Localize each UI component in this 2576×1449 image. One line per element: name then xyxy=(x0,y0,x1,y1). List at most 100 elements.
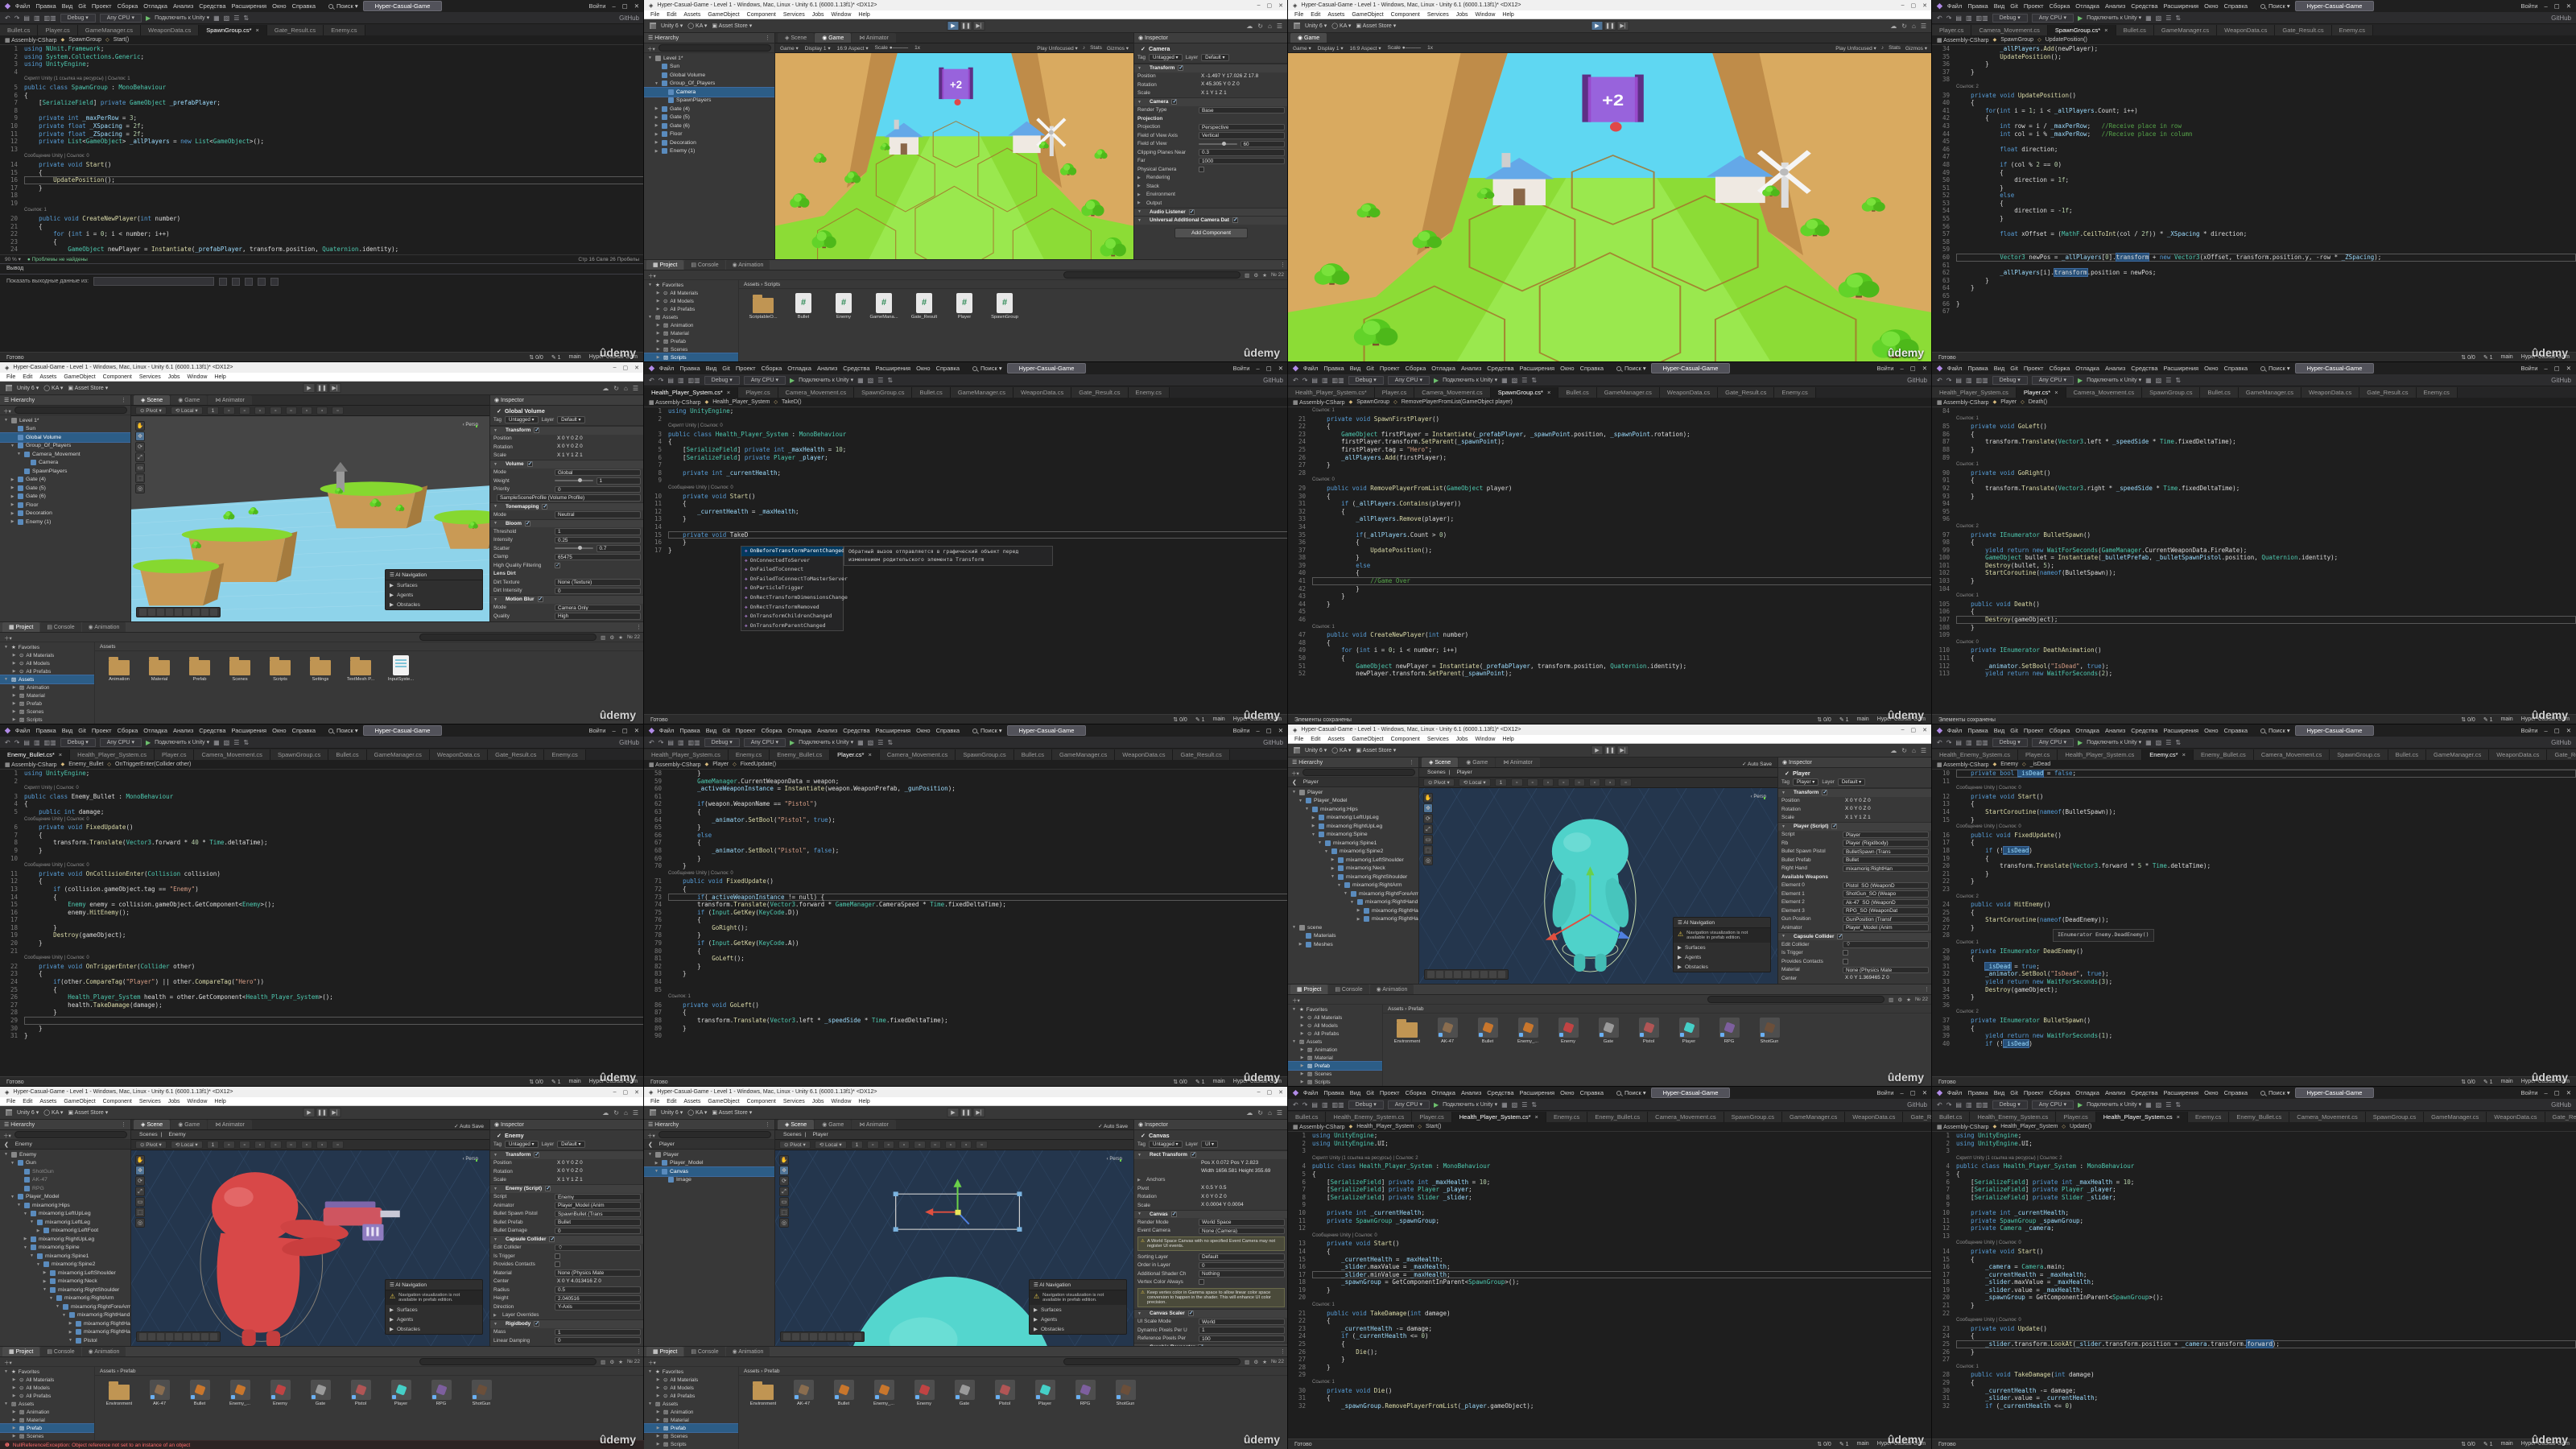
vs-search-label[interactable]: Поиск ▾ xyxy=(2268,1089,2290,1096)
zoom-level[interactable]: 90 % ▾ xyxy=(5,256,21,262)
maximize-icon[interactable]: ▢ xyxy=(622,2,628,10)
pivot-dropdown[interactable]: ⊙ Pivot ▾ xyxy=(779,1141,811,1149)
hierarchy-item-mixamorigRightArm[interactable]: ▼mixamorig:RightArm xyxy=(1288,881,1418,890)
field-value[interactable]: Player_Model (Anim xyxy=(1843,924,1929,931)
hierarchy-item-mixamorigLeftUpLeg[interactable]: ▶mixamorig:LeftUpLeg xyxy=(1288,814,1418,823)
tab-close-icon[interactable]: × xyxy=(727,389,730,396)
unity-menu-assets[interactable]: Assets xyxy=(683,1099,700,1104)
ai-nav-row-agents[interactable]: ▶Agents xyxy=(386,1315,482,1324)
project-tree-Material[interactable]: ▶▨Material xyxy=(644,329,738,337)
vs-menu-item-3[interactable]: Git xyxy=(1366,365,1374,372)
vs-tab-GateResultcs[interactable]: Gate_Result.cs xyxy=(1071,387,1128,398)
scene-tool-icon-4[interactable]: ▫ xyxy=(286,407,297,415)
tab-close-icon[interactable]: × xyxy=(1547,389,1550,396)
attach-to-unity-button[interactable]: Подключить к Unity ▾ xyxy=(2087,14,2141,21)
maximize-icon[interactable]: ▢ xyxy=(1267,1089,1273,1096)
hierarchy-item-Enemy[interactable]: ▼Enemy xyxy=(0,1150,130,1159)
project-icon-2[interactable]: ★ xyxy=(618,634,623,641)
output-tool-icon-3[interactable] xyxy=(258,278,266,286)
step-button[interactable]: ▶| xyxy=(1617,745,1629,755)
pivot-dropdown[interactable]: ⊙ Pivot ▾ xyxy=(1423,778,1455,786)
hierarchy-item-mixamorigRightHandThumb1[interactable]: ▶mixamorig:RightHandThumb1 xyxy=(1288,915,1418,924)
prefab-back-icon[interactable]: ❮ xyxy=(4,1141,9,1148)
intellisense-item[interactable]: ❖OnTransformChildrenChanged xyxy=(741,612,843,621)
inspector-row-LayerOverrides[interactable]: ▶Layer Overrides xyxy=(490,1311,644,1320)
attach-to-unity-button[interactable]: Подключить к Unity ▾ xyxy=(799,377,853,383)
vs-search-label[interactable]: Поиск ▾ xyxy=(1624,365,1646,372)
autosave-toggle[interactable]: ✓ Auto Save xyxy=(454,1123,487,1129)
project-tree-Prefab[interactable]: ▶▨Prefab xyxy=(0,700,94,708)
component-header-Transform[interactable]: ▼Transform xyxy=(490,426,644,435)
pill-icon-2[interactable] xyxy=(801,1333,808,1340)
field-checkbox[interactable] xyxy=(1843,950,1848,956)
vs-tab-CameraMovementcs[interactable]: Camera_Movement.cs xyxy=(1648,1112,1724,1122)
hierarchy-item-AK47[interactable]: AK-47 xyxy=(0,1176,130,1185)
expand-icon[interactable]: ▶ xyxy=(1330,857,1335,862)
expand-icon[interactable]: ▼ xyxy=(654,81,659,86)
scene-tool-icon-7[interactable]: ▫ xyxy=(332,407,343,415)
maximize-icon[interactable]: ▢ xyxy=(2554,1089,2560,1096)
hierarchy-tab[interactable]: ☰ Hierarchy xyxy=(1292,759,1323,766)
step-button[interactable]: ▶| xyxy=(973,21,985,31)
maximize-icon[interactable]: ▢ xyxy=(2554,2,2560,10)
redo-icon[interactable]: ↷ xyxy=(1302,1101,1308,1108)
pill-icon-5[interactable] xyxy=(184,1333,191,1340)
tab-scene[interactable]: ◈ Scene xyxy=(778,1120,814,1129)
vs-tool-icon-1[interactable]: ▧ xyxy=(2156,14,2162,22)
local-dropdown[interactable]: ⟲ Local ▾ xyxy=(171,1141,203,1149)
vs-tab-Bulletcs[interactable]: Bullet.cs xyxy=(2200,387,2238,398)
tag-dropdown[interactable]: Untagged ▾ xyxy=(1149,1141,1183,1148)
foldout-icon[interactable]: ▼ xyxy=(1781,791,1787,795)
vs-tool-icon-2[interactable]: ☰ xyxy=(877,739,883,746)
code-editor[interactable]: 1using NUnit.Framework;2using System.Col… xyxy=(0,45,644,254)
file-Environment[interactable]: Environment xyxy=(101,1380,137,1406)
tab-console[interactable]: ▤ Console xyxy=(684,1347,724,1356)
component-header-EnemyScript[interactable]: ▼Enemy (Script) xyxy=(490,1184,644,1193)
vs-tool-icon-0[interactable]: ▦ xyxy=(2145,739,2152,746)
vs-menu-item-1[interactable]: Правка xyxy=(1323,365,1344,372)
vs-menu-item-11[interactable]: Справка xyxy=(2224,2,2248,10)
component-enabled-checkbox[interactable] xyxy=(1191,1152,1196,1158)
vs-menu-item-3[interactable]: Git xyxy=(78,727,86,734)
foldout-icon[interactable]: ▼ xyxy=(1781,824,1787,829)
expand-icon[interactable]: ▼ xyxy=(1349,900,1355,905)
unity-menu-gameobject[interactable]: GameObject xyxy=(708,1099,739,1104)
tab-console[interactable]: ▤ Console xyxy=(40,1347,80,1356)
foldout-icon[interactable]: ▼ xyxy=(1137,209,1143,214)
close-icon[interactable]: ✕ xyxy=(1278,727,1283,734)
unity-menu-jobs[interactable]: Jobs xyxy=(1456,12,1468,18)
unity-version-dropdown[interactable]: Unity 6 ▾ xyxy=(17,385,39,391)
breadcrumb-project[interactable]: ▦ Assembly-CSharp xyxy=(649,762,701,768)
vs-tab-GateResultcs[interactable]: Gate_Result.cs xyxy=(267,25,324,35)
vs-tab-GateResultcs[interactable]: Gate_Result.cs xyxy=(488,749,544,760)
unity-menu-assets[interactable]: Assets xyxy=(1327,12,1344,18)
cpu-config-dropdown[interactable]: Any CPU ▾ xyxy=(2032,1100,2074,1109)
vs-tab-HealthEnemySystemcs[interactable]: Health_Enemy_System.cs xyxy=(1326,1112,1412,1122)
hierarchy-item-mixamorigRightShoulder[interactable]: ▼mixamorig:RightShoulder xyxy=(1288,873,1418,881)
field-value[interactable]: 1000 xyxy=(1199,158,1285,165)
vs-tool-icon-0[interactable]: ▦ xyxy=(857,739,864,746)
component-header-MotionBlur[interactable]: ▼Motion Blur xyxy=(490,595,644,604)
file-Enemy[interactable]: Enemy_... xyxy=(1510,1018,1546,1044)
unity-menu-services[interactable]: Services xyxy=(1427,12,1449,18)
intellisense-item[interactable]: ❖OnFailedToConnect xyxy=(741,565,843,575)
file-Prefab[interactable]: Prefab xyxy=(182,655,217,682)
vs-menu-item-0[interactable]: Файл xyxy=(1947,727,1962,734)
minimize-icon[interactable]: – xyxy=(1900,1089,1903,1096)
inspector-row-Rendering[interactable]: ▶Rendering xyxy=(1134,174,1288,183)
vs-menu-item-3[interactable]: Git xyxy=(722,727,730,734)
expand-icon[interactable]: ▼ xyxy=(1323,849,1329,854)
pill-icon-4[interactable] xyxy=(175,1333,182,1340)
vs-tab-Bulletcs[interactable]: Bullet.cs xyxy=(912,387,950,398)
vector-values[interactable]: X 0.5 Y 0.5 xyxy=(1199,1185,1285,1192)
project-tree-Material[interactable]: ▶▨Material xyxy=(0,1416,94,1424)
minimize-icon[interactable]: – xyxy=(613,365,617,371)
vs-menu-item-2[interactable]: Вид xyxy=(1350,365,1361,372)
unity-toolbar-icon-2[interactable]: ⌂ xyxy=(624,1109,628,1117)
vs-menu-item-7[interactable]: Анализ xyxy=(2105,727,2125,734)
tab-close-icon[interactable]: × xyxy=(256,27,259,34)
unity-toolbar-icon-3[interactable]: ☰ xyxy=(1921,23,1926,30)
scene-tool-icon-4[interactable]: ▫ xyxy=(930,1141,941,1149)
save-all-icon[interactable]: ▥▥ xyxy=(688,739,700,746)
expand-icon[interactable]: ▶ xyxy=(35,1228,41,1233)
